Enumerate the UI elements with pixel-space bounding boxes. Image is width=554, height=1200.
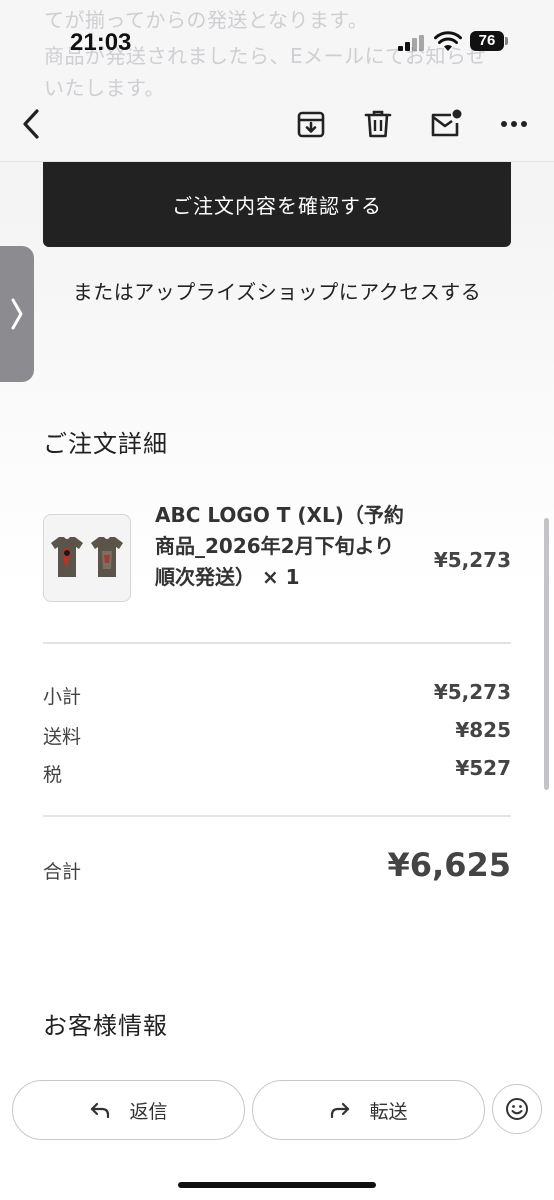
mark-unread-button[interactable] — [424, 102, 468, 146]
archive-button[interactable] — [289, 102, 333, 146]
side-panel-handle[interactable] — [0, 246, 34, 382]
battery-icon: 76 — [470, 31, 504, 51]
wifi-icon — [434, 31, 462, 51]
tax-label: 税 — [43, 764, 63, 786]
subtotal-label: 小計 — [43, 686, 82, 708]
total-label: 合計 — [43, 861, 82, 883]
confirm-order-button[interactable]: ご注文内容を確認する — [43, 162, 511, 247]
subtotal-value: ¥5,273 — [433, 680, 511, 704]
product-name-line: 商品_2026年2月下旬より — [155, 534, 395, 558]
product-name-line: 順次発送） × 1 — [155, 565, 300, 589]
forward-button[interactable]: 転送 — [252, 1080, 485, 1140]
tax-value: ¥527 — [455, 756, 511, 780]
cellular-signal-icon — [398, 35, 426, 51]
shop-link[interactable]: またはアップライズショップにアクセスする — [0, 276, 554, 305]
divider — [43, 815, 511, 817]
forward-label: 転送 — [369, 1100, 408, 1123]
scrollbar[interactable] — [544, 518, 549, 790]
total-value: ¥6,625 — [387, 846, 511, 884]
back-button[interactable] — [10, 102, 54, 146]
chevron-left-icon — [23, 109, 39, 139]
trash-icon — [364, 110, 392, 138]
bottom-action-bar: 返信 転送 — [0, 1062, 554, 1200]
chevron-right-icon — [11, 298, 23, 330]
product-name-line: ABC LOGO T (XL)（予約 — [155, 503, 404, 527]
product-name: ABC LOGO T (XL)（予約 商品_2026年2月下旬より 順次発送） … — [155, 500, 420, 593]
shipping-value: ¥825 — [455, 718, 511, 742]
emoji-reaction-button[interactable] — [492, 1084, 542, 1134]
reply-button[interactable]: 返信 — [12, 1080, 245, 1140]
more-icon — [501, 121, 527, 127]
reply-label: 返信 — [129, 1100, 168, 1123]
status-bar: 21:03 76 — [0, 0, 554, 80]
mail-unread-icon — [431, 109, 462, 137]
shipping-label: 送料 — [43, 726, 82, 748]
forward-icon — [331, 1102, 350, 1119]
more-button[interactable] — [492, 102, 536, 146]
product-price: ¥5,273 — [433, 548, 511, 572]
divider — [43, 642, 511, 644]
tshirt-image — [51, 537, 123, 577]
customer-info-title: お客様情報 — [43, 1012, 168, 1040]
email-header: てが揃ってからの発送となります。 商品が発送されましたら、Eメールにてお知らせ … — [0, 0, 554, 162]
status-time: 21:03 — [70, 29, 132, 56]
smiley-icon — [506, 1098, 528, 1120]
home-indicator — [178, 1182, 376, 1188]
reply-icon — [91, 1102, 110, 1119]
delete-button[interactable] — [356, 102, 400, 146]
archive-icon — [297, 111, 325, 138]
order-details-title: ご注文詳細 — [43, 430, 168, 458]
product-thumbnail[interactable] — [43, 514, 131, 602]
email-toolbar — [0, 96, 554, 152]
battery-nub — [505, 37, 508, 45]
battery-level: 76 — [478, 32, 496, 49]
